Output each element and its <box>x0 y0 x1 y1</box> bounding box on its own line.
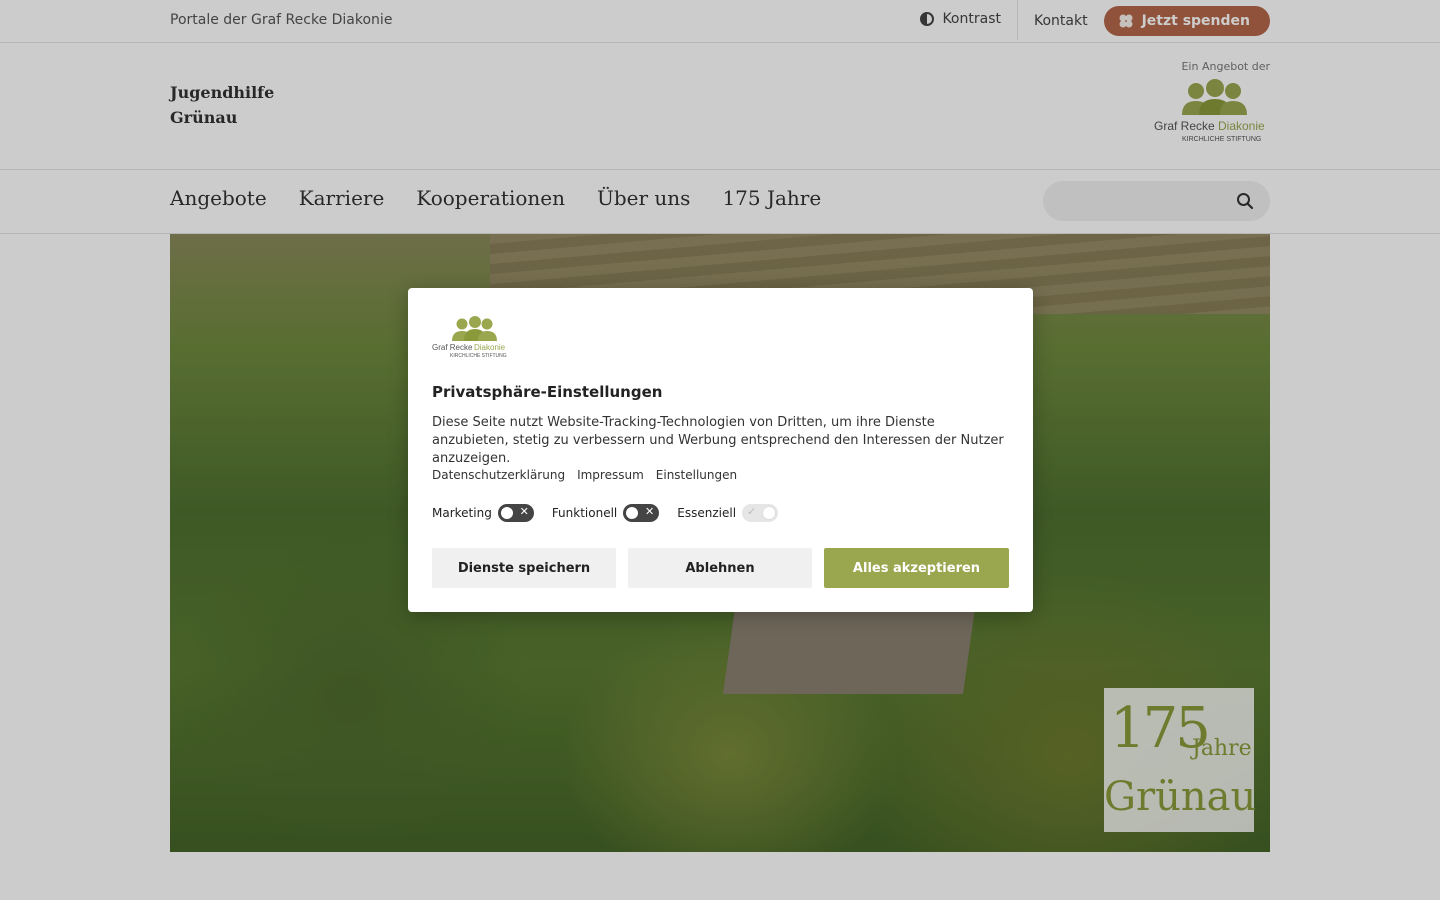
dialog-link-2[interactable]: Einstellungen <box>656 468 737 482</box>
dialog-description: Diese Seite nutzt Website-Tracking-Techn… <box>432 415 1004 466</box>
check-icon: ✓ <box>747 505 757 518</box>
modal-logo-name-1: Graf Recke <box>432 343 473 352</box>
modal-logo: Graf Recke Diakonie KIRCHLICHE STIFTUNG <box>432 316 508 364</box>
close-icon: ✕ <box>519 505 529 518</box>
dialog-actions: Dienste speichern Ablehnen Alles akzepti… <box>432 548 1009 588</box>
privacy-settings-dialog: Graf Recke Diakonie KIRCHLICHE STIFTUNG … <box>408 288 1033 612</box>
consent-toggles: Marketing ✕ Funktionell ✕ Essenziell ✓ <box>432 504 796 522</box>
consent-toggle-label: Marketing <box>432 506 492 520</box>
close-icon: ✕ <box>645 505 655 518</box>
accept-all-button[interactable]: Alles akzeptieren <box>824 548 1009 588</box>
consent-toggle-label: Funktionell <box>551 506 618 520</box>
dialog-title: Privatsphäre-Einstellungen <box>432 383 663 401</box>
people-logo-icon: Graf Recke Diakonie KIRCHLICHE STIFTUNG <box>432 316 507 359</box>
consent-toggle-label: Essenziell <box>677 506 737 520</box>
switch-knob <box>762 506 777 520</box>
consent-toggle-group-2: Essenziell ✓ <box>677 504 779 522</box>
switch-knob <box>625 506 640 520</box>
dialog-links: Datenschutzerklärung Impressum Einstellung… <box>432 468 749 482</box>
decline-button[interactable]: Ablehnen <box>628 548 812 588</box>
dialog-link-1[interactable]: Impressum <box>577 468 644 482</box>
modal-logo-name-2: Diakonie <box>474 343 506 352</box>
consent-toggle-group-0: Marketing ✕ <box>432 504 534 522</box>
consent-switch-1[interactable]: ✕ <box>623 504 660 522</box>
switch-knob <box>499 506 514 520</box>
consent-switch-0[interactable]: ✕ <box>497 504 534 522</box>
modal-logo-sub: KIRCHLICHE STIFTUNG <box>450 353 507 359</box>
dialog-link-0[interactable]: Datenschutzerklärung <box>432 468 565 482</box>
consent-switch-2: ✓ <box>742 504 779 522</box>
save-services-button[interactable]: Dienste speichern <box>432 548 616 588</box>
consent-toggle-group-1: Funktionell ✕ <box>551 504 660 522</box>
